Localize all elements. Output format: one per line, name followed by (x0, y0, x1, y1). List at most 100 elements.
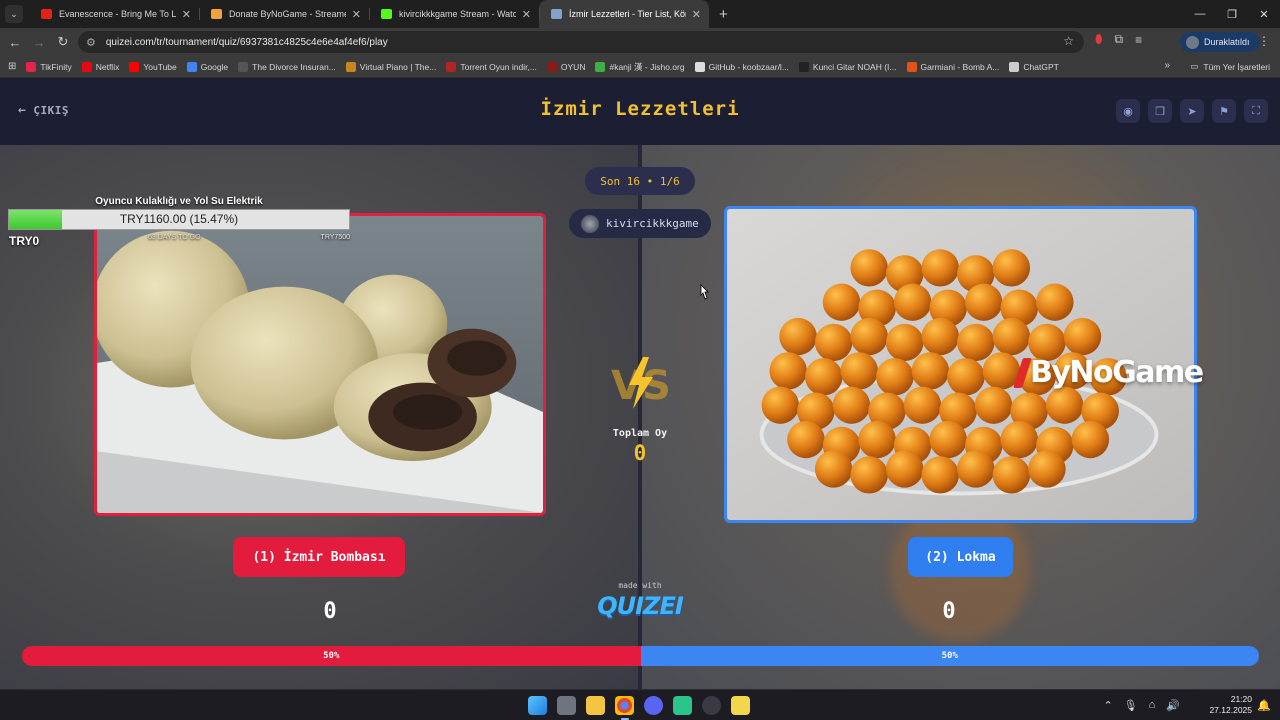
forward-icon[interactable]: → (27, 35, 51, 50)
bookmark-item[interactable]: OYUN (546, 61, 585, 73)
volume-icon[interactable]: 🔊 (1166, 699, 1180, 712)
donation-goal-widget: Oyuncu Kulaklığı ve Yol Su Elektrik TRY1… (8, 196, 350, 248)
tab-close-icon[interactable]: ✕ (182, 8, 191, 21)
goal-max: TRY7500 (320, 234, 350, 241)
tab-favicon-icon (551, 9, 562, 19)
url-bar[interactable]: ⚙ quizei.com/tr/tournament/quiz/6937381c… (78, 31, 1084, 53)
copy-icon[interactable]: ❐ (1148, 99, 1172, 123)
bookmark-favicon-icon (446, 61, 457, 72)
all-bookmarks[interactable]: ▭ Tüm Yer İşaretleri (1190, 61, 1270, 72)
reload-icon[interactable]: ↻ (51, 34, 75, 50)
bookmark-favicon-icon (798, 61, 809, 72)
tab-close-icon[interactable]: ✕ (522, 8, 531, 21)
task-view-icon[interactable] (557, 696, 576, 715)
fullscreen-icon[interactable]: ⛶ (1244, 99, 1268, 123)
system-clock[interactable]: 21:20 27.12.2025 (1209, 694, 1252, 716)
avatar (1186, 35, 1199, 49)
microphone-icon[interactable]: 🎙 (1124, 699, 1138, 712)
bookmark-item[interactable]: Virtual Piano | The... (345, 61, 436, 73)
browser-tab[interactable]: İzmir Lezzetleri - Tier List, Kör S ✕ (539, 0, 709, 28)
media-control-icon[interactable]: ≡ (1135, 33, 1142, 47)
goal-title: Oyuncu Kulaklığı ve Yol Su Elektrik (95, 196, 263, 207)
bookmark-item[interactable]: Garmiani - Bomb A... (906, 61, 999, 73)
windows-taskbar: ⌃ 🎙 ⌂ 🔊 21:20 27.12.2025 🔔 (0, 689, 1280, 720)
address-bar-row: ← → ↻ ⚙ quizei.com/tr/tournament/quiz/69… (0, 28, 1280, 56)
notification-bell-icon[interactable]: 🔔 (1257, 699, 1271, 712)
chevron-up-icon[interactable]: ⌃ (1103, 699, 1112, 712)
tab-title: Evanescence - Bring Me To Life (59, 9, 176, 19)
file-explorer-icon[interactable] (586, 696, 605, 715)
bookmark-item[interactable]: The Divorce Insuran... (238, 61, 336, 73)
page-title: İzmir Lezzetleri (540, 98, 740, 120)
tab-title: kivircikkkgame Stream - Watch (399, 9, 516, 19)
browser-tab[interactable]: Evanescence - Bring Me To Life ✕ (29, 0, 199, 28)
restore-button[interactable]: ❐ (1216, 0, 1248, 28)
network-icon[interactable]: ⌂ (1149, 699, 1156, 712)
send-icon[interactable]: ➤ (1180, 99, 1204, 123)
quiz-header: ← ÇIKIŞ İzmir Lezzetleri ◉ ❐ ➤ ⚑ ⛶ (0, 79, 1280, 145)
tab-favicon-icon (381, 9, 392, 19)
bookmark-favicon-icon (81, 61, 92, 72)
bookmark-item[interactable]: ChatGPT (1009, 61, 1059, 73)
site-info-icon[interactable]: ⚙ (86, 36, 96, 49)
bookmark-star-icon[interactable]: ☆ (1063, 34, 1074, 48)
goal-amount: TRY1160.00 (15.47%) (119, 212, 239, 226)
izmir-bombasi-photo (97, 216, 543, 513)
extensions-puzzle-icon[interactable]: ⧉ (1115, 32, 1124, 47)
bookmark-item[interactable]: Google (186, 61, 228, 73)
bookmark-item[interactable]: Kunci Gitar NOAH (I... (798, 61, 897, 73)
new-tab-button[interactable]: + (719, 6, 728, 23)
bookmark-favicon-icon (1009, 61, 1020, 72)
apps-grid-icon[interactable]: ⊞ (8, 61, 16, 72)
streaming-app-icon[interactable] (673, 696, 692, 715)
obs-icon[interactable] (702, 696, 721, 715)
bookmark-item[interactable]: GitHub - koobzaar/l... (694, 61, 789, 73)
discord-icon[interactable] (644, 696, 663, 715)
eye-icon[interactable]: ◉ (1116, 99, 1140, 123)
tab-favicon-icon (211, 9, 222, 19)
bookmark-item[interactable]: Netflix (81, 61, 119, 73)
bynogame-watermark: ByNoGame (1013, 355, 1204, 390)
browser-tab[interactable]: Donate ByNoGame - Streamer ✕ (199, 0, 369, 28)
vote-right-button[interactable]: (2) Lokma (908, 537, 1013, 577)
bookmark-favicon-icon (238, 61, 249, 72)
folder-icon: ▭ (1190, 61, 1199, 71)
tab-title: İzmir Lezzetleri - Tier List, Kör S (569, 9, 686, 19)
close-window-button[interactable]: ✕ (1248, 0, 1280, 28)
extension-icon[interactable]: ⬮ (1095, 32, 1103, 47)
bookmark-item[interactable]: YouTube (129, 61, 177, 73)
total-votes-label: Toplam Oy (612, 428, 668, 439)
goal-min: TRY0 (9, 234, 40, 248)
chrome-icon[interactable] (615, 696, 634, 720)
option-left-image[interactable] (94, 213, 546, 516)
tab-search-button[interactable]: ⌄ (5, 5, 23, 23)
bookmark-favicon-icon (595, 61, 606, 72)
vs-lightning-icon: VS (611, 357, 671, 409)
tab-close-icon[interactable]: ✕ (692, 8, 701, 21)
back-icon[interactable]: ← (3, 35, 27, 50)
url-text: quizei.com/tr/tournament/quiz/6937381c48… (105, 36, 388, 48)
bookmark-item[interactable]: #kanji 漢 - Jisho.org (595, 61, 685, 73)
mouse-cursor-icon (700, 284, 709, 300)
profile-button[interactable]: Duraklatıldı (1180, 32, 1260, 52)
vote-left-button[interactable]: (1) İzmir Bombası (233, 537, 405, 577)
menu-kebab-icon[interactable]: ⋮ (1258, 34, 1270, 48)
made-with-label: made with (618, 581, 662, 590)
browser-tab[interactable]: kivircikkkgame Stream - Watch ✕ (369, 0, 539, 28)
quizei-logo[interactable]: QUIZEI (590, 592, 690, 620)
goal-bar: TRY1160.00 (15.47%) (8, 209, 350, 230)
start-icon[interactable] (528, 696, 547, 715)
bookmark-item[interactable]: TikFinity (26, 61, 72, 73)
bookmark-favicon-icon (694, 61, 705, 72)
tab-close-icon[interactable]: ✕ (352, 8, 361, 21)
minimize-button[interactable]: — (1184, 0, 1216, 28)
goal-days: 63 DAYS TO GO (148, 234, 201, 241)
tab-strip: ⌄ Evanescence - Bring Me To Life ✕ Donate … (0, 0, 1280, 28)
left-vote-count: 0 (323, 599, 337, 624)
more-bookmarks-icon[interactable]: » (1164, 60, 1170, 71)
bookmark-item[interactable]: Torrent Oyun indir,... (446, 61, 537, 73)
total-votes-value: 0 (633, 441, 647, 465)
vote-progress-bar: 50% 50% (22, 646, 1259, 666)
flag-icon[interactable]: ⚑ (1212, 99, 1236, 123)
app-icon[interactable] (731, 696, 750, 715)
